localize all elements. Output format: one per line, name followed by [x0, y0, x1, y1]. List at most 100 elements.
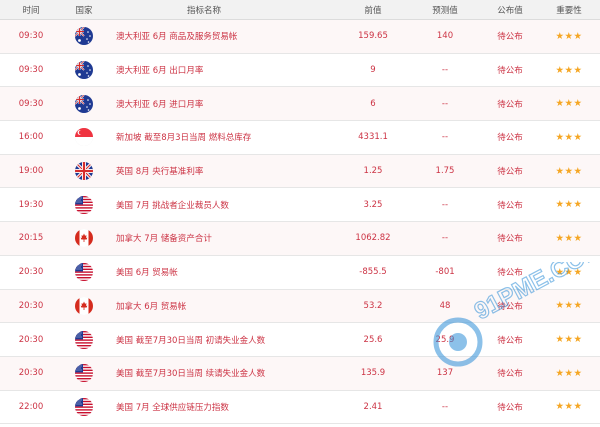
row-forecast: -- — [441, 401, 449, 412]
row-forecast: -801 — [435, 267, 455, 278]
row-previous: 9 — [370, 65, 376, 76]
row-forecast: 1.75 — [435, 166, 455, 177]
row-importance: ★★★ — [538, 98, 600, 109]
row-time: 20:30 — [18, 368, 44, 379]
row-importance: ★★★ — [538, 31, 600, 42]
importance-stars-icon: ★★★ — [555, 64, 583, 76]
table-row[interactable]: 09:30 澳大利亚 6月 出口月率 9 -- 待公布 ★★★ — [0, 53, 600, 88]
row-time: 09:30 — [18, 65, 44, 76]
economic-calendar-table: 时间 国家 指标名称 前值 预测值 公布值 重要性 09:30 澳大利亚 6月 … — [0, 0, 600, 425]
row-indicator[interactable]: 英国 8月 央行基准利率 — [106, 165, 338, 177]
row-forecast: 48 — [439, 300, 451, 311]
table-row[interactable]: 22:00 美国 7月 全球供应链压力指数 2.41 -- 待公布 ★★★ — [0, 390, 600, 425]
row-actual: 待公布 — [497, 66, 523, 77]
importance-stars-icon: ★★★ — [555, 199, 583, 211]
row-importance: ★★★ — [538, 368, 600, 379]
row-actual: 待公布 — [497, 234, 523, 245]
row-forecast: 137 — [436, 368, 454, 379]
row-country — [62, 296, 106, 315]
header-indicator: 指标名称 — [186, 5, 221, 16]
header-forecast: 预测值 — [432, 5, 458, 16]
row-indicator[interactable]: 加拿大 7月 储备资产合计 — [106, 232, 338, 244]
importance-stars-icon: ★★★ — [555, 165, 583, 177]
table-row[interactable]: 09:30 澳大利亚 6月 商品及服务贸易帐 159.65 140 待公布 ★★… — [0, 20, 600, 54]
table-row[interactable]: 19:30 美国 7月 挑战者企业裁员人数 3.25 -- 待公布 ★★★ — [0, 188, 600, 223]
row-actual: 待公布 — [497, 99, 523, 110]
importance-stars-icon: ★★★ — [555, 30, 583, 42]
row-importance: ★★★ — [538, 166, 600, 177]
row-time: 19:30 — [18, 199, 44, 210]
row-previous: 6 — [370, 98, 376, 109]
row-forecast: -- — [441, 132, 449, 143]
row-actual: 待公布 — [497, 268, 523, 279]
row-time: 19:00 — [18, 166, 44, 177]
row-indicator[interactable]: 澳大利亚 6月 商品及服务贸易帐 — [106, 30, 338, 42]
row-previous: 4331.1 — [358, 132, 388, 143]
row-forecast: -- — [441, 199, 449, 210]
table-row[interactable]: 20:15 加拿大 7月 储备资产合计 1062.82 -- 待公布 ★★★ — [0, 222, 600, 256]
row-indicator[interactable]: 新加坡 截至8月3日当周 燃料总库存 — [106, 131, 338, 143]
row-time: 22:00 — [18, 401, 44, 412]
row-country — [62, 94, 106, 113]
table-body: 09:30 澳大利亚 6月 商品及服务贸易帐 159.65 140 待公布 ★★… — [0, 20, 600, 425]
row-indicator[interactable]: 美国 6月 贸易帐 — [106, 266, 338, 278]
row-importance: ★★★ — [538, 334, 600, 345]
row-country — [62, 162, 106, 181]
table-row[interactable]: 20:30 美国 6月 贸易帐 -855.5 -801 待公布 ★★★ — [0, 255, 600, 290]
importance-stars-icon: ★★★ — [555, 334, 583, 346]
row-importance: ★★★ — [538, 267, 600, 278]
importance-stars-icon: ★★★ — [555, 266, 583, 278]
row-indicator[interactable]: 美国 截至7月30日当周 初请失业金人数 — [106, 334, 338, 346]
row-country — [62, 229, 106, 248]
row-previous: 53.2 — [363, 300, 383, 311]
row-actual: 待公布 — [497, 402, 523, 413]
row-indicator[interactable]: 美国 7月 全球供应链压力指数 — [106, 401, 338, 413]
row-actual: 待公布 — [497, 200, 523, 211]
row-indicator[interactable]: 美国 截至7月30日当周 续请失业金人数 — [106, 367, 338, 379]
row-importance: ★★★ — [538, 300, 600, 311]
canada-flag-icon — [75, 229, 93, 248]
row-indicator[interactable]: 加拿大 6月 贸易帐 — [106, 300, 338, 312]
row-country — [62, 27, 106, 46]
row-time: 09:30 — [18, 31, 44, 42]
table-row[interactable]: 16:00 新加坡 截至8月3日当周 燃料总库存 4331.1 -- 待公布 ★… — [0, 121, 600, 155]
importance-stars-icon: ★★★ — [555, 232, 583, 244]
header-country: 国家 — [75, 5, 93, 16]
row-forecast: -- — [441, 98, 449, 109]
row-country — [62, 263, 106, 282]
row-previous: 3.25 — [363, 199, 383, 210]
row-time: 20:15 — [18, 233, 44, 244]
importance-stars-icon: ★★★ — [555, 131, 583, 143]
importance-stars-icon: ★★★ — [555, 367, 583, 379]
row-indicator[interactable]: 美国 7月 挑战者企业裁员人数 — [106, 199, 338, 211]
australia-flag-icon — [75, 27, 93, 46]
table-row[interactable]: 20:30 美国 截至7月30日当周 初请失业金人数 25.6 25.9 待公布… — [0, 323, 600, 357]
row-country — [62, 61, 106, 80]
row-previous: 159.65 — [358, 31, 388, 42]
row-time: 09:30 — [18, 98, 44, 109]
table-row[interactable]: 09:30 澳大利亚 6月 进口月率 6 -- 待公布 ★★★ — [0, 87, 600, 122]
row-indicator[interactable]: 澳大利亚 6月 进口月率 — [106, 98, 338, 110]
table-header: 时间 国家 指标名称 前值 预测值 公布值 重要性 — [0, 0, 600, 20]
row-time: 16:00 — [18, 132, 44, 143]
table-row[interactable]: 20:30 加拿大 6月 贸易帐 53.2 48 待公布 ★★★ — [0, 289, 600, 324]
table-row[interactable]: 20:30 美国 截至7月30日当周 续请失业金人数 135.9 137 待公布… — [0, 356, 600, 391]
row-actual: 待公布 — [497, 32, 523, 43]
row-time: 20:30 — [18, 334, 44, 345]
header-time: 时间 — [22, 5, 40, 16]
row-forecast: 140 — [436, 31, 454, 42]
row-forecast: 25.9 — [435, 334, 455, 345]
table-row[interactable]: 19:00 英国 8月 央行基准利率 1.25 1.75 待公布 ★★★ — [0, 154, 600, 189]
row-previous: 1.25 — [363, 166, 383, 177]
row-importance: ★★★ — [538, 233, 600, 244]
row-country — [62, 128, 106, 147]
row-country — [62, 364, 106, 383]
row-actual: 待公布 — [497, 369, 523, 380]
row-forecast: -- — [441, 65, 449, 76]
australia-flag-icon — [75, 61, 93, 80]
uk-flag-icon — [75, 162, 93, 181]
us-flag-icon — [75, 263, 93, 282]
row-indicator[interactable]: 澳大利亚 6月 出口月率 — [106, 64, 338, 76]
row-time: 20:30 — [18, 300, 44, 311]
importance-stars-icon: ★★★ — [555, 300, 583, 312]
